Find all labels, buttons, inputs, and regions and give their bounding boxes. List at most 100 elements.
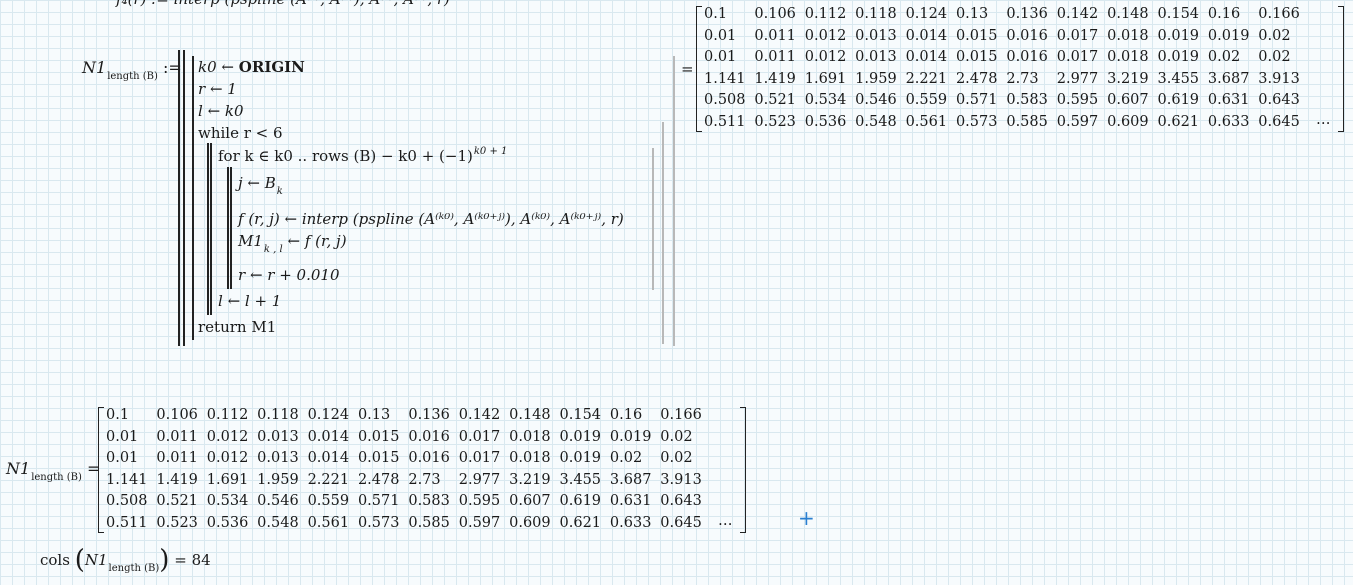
- matrix-cell: 0.546: [855, 92, 897, 109]
- matrix-cell: 0.019: [559, 450, 602, 467]
- result2-subscript: length (B): [31, 472, 82, 483]
- for-body-bars: [227, 167, 232, 289]
- matrix-cell: 0.136: [1006, 6, 1048, 22]
- program-line-for[interactable]: for k ∈ k0 .. rows (B) − k0 + (−1)k0 + 1: [218, 146, 508, 165]
- matrix-cell: 0.018: [1107, 49, 1149, 66]
- matrix-cell: 0.014: [307, 450, 350, 467]
- result2-lhs[interactable]: N1length (B) =: [6, 459, 100, 483]
- result-matrix-2[interactable]: 0.1 0.106 0.112 0.118 0.124 0.13 0.136 0.142 0.1…: [106, 405, 726, 535]
- cols-result: = 84: [174, 551, 211, 569]
- matrix-cell: 2.977: [458, 471, 501, 488]
- program-line-2[interactable]: r ← 1: [198, 80, 237, 98]
- program-line-return[interactable]: return M1: [198, 318, 276, 336]
- matrix-cell: 0.521: [156, 493, 198, 510]
- matrix-cell: 0.118: [855, 6, 897, 22]
- matrix-cell: 0.645: [1258, 113, 1300, 130]
- matrix-row: 0.01 0.011 0.012 0.013 0.014 0.015 0.016 0.017 0…: [106, 448, 726, 470]
- program-line-f[interactable]: f (r, j) ← interp (pspline (A⁽ᵏ⁰⁾, A⁽ᵏ⁰⁺…: [238, 210, 624, 228]
- matrix-cell: 0.148: [509, 407, 551, 423]
- program-line-3[interactable]: l ← k0: [198, 102, 244, 120]
- matrix-cell: 0.607: [509, 493, 551, 510]
- matrix-cell: 0.645: [660, 514, 702, 531]
- matrix-cell: 0.01: [106, 450, 139, 467]
- matrix-row: 0.01 0.011 0.012 0.013 0.014 0.015 0.016 0.017 0…: [704, 47, 1324, 69]
- matrix-cell: 0.595: [458, 493, 501, 510]
- matrix-cell: 0.166: [660, 407, 702, 423]
- cols-func: cols: [40, 551, 70, 569]
- result-matrix-1[interactable]: 0.1 0.106 0.112 0.118 0.124 0.13 0.136 0.142 0.1…: [704, 4, 1324, 134]
- program-line-m1[interactable]: M1k , l ← f (r, j): [238, 232, 347, 255]
- matrix-cell: 0.559: [307, 493, 350, 510]
- matrix2-left-bracket: [98, 407, 104, 533]
- matrix-cell: 0.015: [357, 428, 400, 445]
- program-lhs[interactable]: N1length (B) :=: [82, 58, 182, 82]
- matrix-cell: 0.124: [905, 6, 948, 22]
- matrix-row: 0.511 0.523 0.536 0.548 0.561 0.573 0.585 0.597…: [704, 112, 1324, 134]
- program-line-j[interactable]: j ← Bk: [238, 174, 283, 197]
- matrix-cell: 0.016: [1006, 27, 1048, 44]
- matrix-cell: 3.219: [1107, 70, 1149, 87]
- matrix-cell: 2.977: [1056, 70, 1099, 87]
- matrix-cell: 3.913: [1258, 70, 1300, 87]
- region-bar: [652, 148, 654, 290]
- matrix-cell: 0.154: [559, 407, 602, 423]
- matrix-cell: 0.536: [206, 514, 249, 531]
- matrix-cell: 0.609: [1107, 113, 1149, 130]
- matrix-cell: 0.154: [1157, 6, 1200, 22]
- f4-definition[interactable]: f₄(r) := interp (pspline (A⁽⁰⁾, A⁽⁴⁾), A…: [116, 0, 450, 8]
- matrix-cell: 0.011: [156, 428, 198, 445]
- matrix-cell: 0.573: [955, 113, 998, 130]
- program-line-while[interactable]: while r < 6: [198, 124, 283, 142]
- matrix-cell: 2.478: [357, 471, 400, 488]
- matrix-cell: 1.141: [704, 70, 746, 87]
- cols-arg-name: N1: [84, 551, 108, 569]
- matrix-cell: 0.012: [804, 27, 847, 44]
- matrix-cell: 0.016: [408, 450, 450, 467]
- matrix-cell: 3.687: [609, 471, 652, 488]
- result1-equals: =: [681, 60, 694, 78]
- matrix-row: 1.141 1.419 1.691 1.959 2.221 2.478 2.73 2.977 3…: [704, 69, 1324, 91]
- cols-open-paren: (: [74, 545, 85, 575]
- while-body-bars: [207, 143, 212, 315]
- matrix-cell: 1.691: [206, 471, 249, 488]
- matrix-cell: 0.018: [509, 450, 551, 467]
- matrix-cell: 0.573: [357, 514, 400, 531]
- matrix-row: 0.01 0.011 0.012 0.013 0.014 0.015 0.016 0.017 0…: [704, 26, 1324, 48]
- matrix-row: 0.508 0.521 0.534 0.546 0.559 0.571 0.583 0.595…: [704, 90, 1324, 112]
- matrix-cell: 0.607: [1107, 92, 1149, 109]
- program-line-l-increment[interactable]: l ← l + 1: [218, 292, 281, 310]
- program-line-r-increment[interactable]: r ← r + 0.010: [238, 266, 340, 284]
- matrix-cell: 2.73: [408, 471, 441, 488]
- matrix-row: 0.511 0.523 0.536 0.548 0.561 0.573 0.585 0.597…: [106, 513, 726, 535]
- matrix2-right-bracket: [740, 407, 746, 533]
- matrix-cell: 1.959: [855, 70, 897, 87]
- program-lhs-subscript: length (B): [107, 71, 158, 82]
- matrix-cell: 0.015: [955, 27, 998, 44]
- matrix-cell: 0.546: [257, 493, 299, 510]
- matrix-cell: 0.01: [704, 49, 737, 66]
- matrix-cell: 0.019: [1207, 27, 1250, 44]
- matrix-cell: 0.013: [855, 49, 897, 66]
- program-line-1[interactable]: k0 ← ORIGIN: [198, 58, 305, 76]
- matrix-cell: 0.013: [257, 450, 299, 467]
- matrix-cell: 0.136: [408, 407, 450, 423]
- matrix-cell: 0.014: [307, 428, 350, 445]
- matrix-cell: 0.013: [855, 27, 897, 44]
- matrix-row: 0.508 0.521 0.534 0.546 0.559 0.571 0.583 0.595…: [106, 491, 726, 513]
- matrix-cell: 0.1: [106, 407, 130, 423]
- matrix-cell: 0.511: [106, 514, 148, 531]
- matrix-cell: 1.419: [156, 471, 198, 488]
- matrix-cell: 0.019: [609, 428, 652, 445]
- matrix-cell: 0.02: [1258, 27, 1291, 44]
- matrix-cell: 0.015: [357, 450, 400, 467]
- matrix-cell: 0.631: [1207, 92, 1250, 109]
- matrix-cell: 0.01: [704, 27, 737, 44]
- matrix-cell: 2.221: [307, 471, 350, 488]
- matrix-cell: 0.609: [509, 514, 551, 531]
- for-exponent: k0 + 1: [473, 146, 508, 157]
- cols-expression[interactable]: cols (N1length (B)) = 84: [40, 542, 211, 575]
- for-expression: for k ∈ k0 .. rows (B) − k0 + (−1): [218, 147, 473, 165]
- matrix-cell: 0.508: [704, 92, 746, 109]
- matrix-cell: 0.621: [1157, 113, 1200, 130]
- matrix-cell: 0.619: [1157, 92, 1200, 109]
